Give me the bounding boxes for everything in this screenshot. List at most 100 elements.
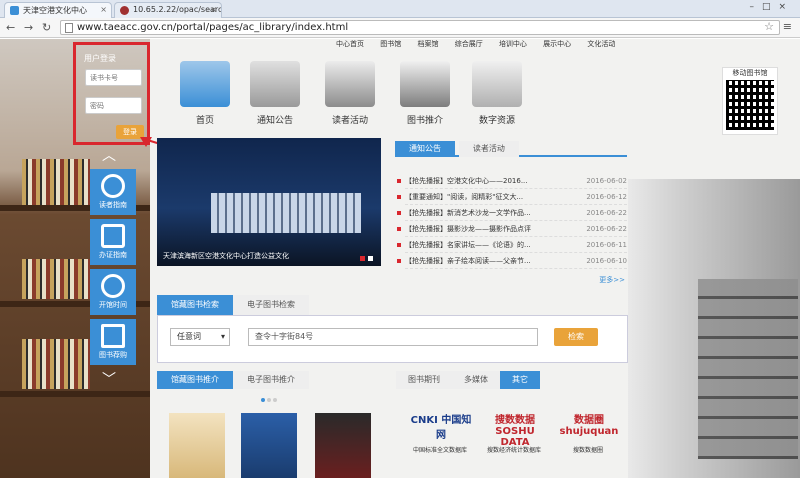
book-cover[interactable] [169, 413, 225, 478]
search-box: 任意词 ▾ 查令十字街84号 检索 [157, 315, 628, 363]
notice-date: 2016-06-10 [586, 257, 627, 265]
notice-date: 2016-06-22 [586, 209, 627, 217]
back-icon[interactable]: ← [6, 21, 15, 34]
quick-announcement[interactable]: 通知公告 [240, 61, 310, 126]
top-nav: 中心首页 图书馆 档案馆 综合展厅 培训中心 展示中心 文化活动 [336, 39, 629, 53]
top-nav-item[interactable]: 展示中心 [543, 39, 571, 49]
list-item[interactable]: 【抢先播报】摄影沙龙——摄影作品点评 2016-06-22 [397, 221, 627, 237]
cnki-logo[interactable]: CNKI 中国知网 [406, 411, 476, 441]
side-button-hours[interactable]: 开馆时间 [90, 269, 136, 315]
search-button[interactable]: 检索 [554, 328, 598, 346]
side-button-label: 办证指南 [99, 251, 127, 259]
tab-ebook-search[interactable]: 电子图书检索 [233, 295, 309, 315]
library-background [628, 179, 800, 478]
tab-other[interactable]: 其它 [500, 371, 540, 389]
announcement-icon [250, 61, 300, 107]
notice-date: 2016-06-02 [586, 177, 627, 185]
top-nav-item[interactable]: 培训中心 [499, 39, 527, 49]
resource-name: 中国标准全文数据库 [412, 447, 467, 454]
side-button-card[interactable]: 办证指南 [90, 219, 136, 265]
tab-activities[interactable]: 读者活动 [458, 141, 519, 157]
recommend-tabs: 馆藏图书推介 电子图书推介 [157, 371, 379, 389]
quick-label: 数字资源 [478, 116, 515, 126]
search-field-value: 任意词 [177, 332, 201, 341]
qr-code-panel: 移动图书馆 [722, 67, 778, 135]
search-panel: 馆藏图书检索 电子图书检索 任意词 ▾ 查令十字街84号 检索 [157, 295, 628, 363]
tab-notice[interactable]: 通知公告 [395, 141, 455, 157]
soshu-logo[interactable]: 搜数数据 SOSHU DATA [480, 411, 550, 448]
tab-collection-search[interactable]: 馆藏图书检索 [157, 295, 233, 315]
carousel-dots[interactable] [261, 395, 279, 405]
reload-icon[interactable]: ↻ [42, 21, 51, 34]
search-field-select[interactable]: 任意词 ▾ [170, 328, 230, 346]
top-nav-item[interactable]: 文化活动 [587, 39, 615, 49]
quick-book-recommend[interactable]: 图书推介 [390, 61, 460, 126]
quick-digital[interactable]: 数字资源 [462, 61, 532, 126]
tab-books-journals[interactable]: 图书期刊 [396, 371, 452, 389]
list-item[interactable]: 【抢先播报】空港文化中心——2016... 2016-06-02 [397, 173, 627, 189]
carousel-dots[interactable] [357, 254, 373, 264]
side-button-purchase[interactable]: 图书荐购 [90, 319, 136, 365]
side-button-guide[interactable]: 读者指南 [90, 169, 136, 215]
books-decoration [22, 259, 90, 299]
book-purchase-icon [101, 324, 125, 348]
more-link[interactable]: 更多>> [599, 275, 625, 285]
resource-name: 搜数经济统计数据库 [486, 447, 541, 454]
url-field[interactable]: www.taeacc.gov.cn/portal/pages/ac_librar… [60, 20, 780, 35]
notice-text: 【抢先播报】亲子绘本阅读——父亲节... [405, 257, 531, 265]
home-icon [180, 61, 230, 107]
scroll-up-icon[interactable]: ︿ [102, 145, 116, 165]
book-cover[interactable] [241, 413, 297, 478]
tab-multimedia[interactable]: 多媒体 [452, 371, 500, 389]
readers-icon [325, 61, 375, 107]
notice-text: 【抢先播报】摄影沙龙——摄影作品点评 [405, 225, 531, 233]
search-tabs: 馆藏图书检索 电子图书检索 [157, 295, 628, 315]
top-nav-item[interactable]: 中心首页 [336, 39, 364, 49]
notice-text: 【抢先播报】新消艺术沙龙一文学作品... [405, 209, 531, 217]
books-decoration [22, 339, 90, 389]
top-nav-item[interactable]: 图书馆 [380, 39, 401, 49]
resource-name: 搜数数据圈 [572, 447, 603, 454]
list-item[interactable]: 【抢先播报】亲子绘本阅读——父亲节... 2016-06-10 [397, 253, 627, 269]
shujuquan-logo[interactable]: 数据圈 shujuquan [554, 411, 624, 441]
password-input[interactable] [85, 97, 142, 114]
book-recommend-icon [400, 61, 450, 107]
notice-list: 【抢先播报】空港文化中心——2016... 2016-06-02 【重要通知】"阅… [395, 173, 627, 269]
tab-favicon-icon [10, 6, 19, 15]
login-panel: 用户登录 登录 [73, 42, 150, 145]
quick-label: 图书推介 [406, 116, 443, 126]
menu-icon[interactable]: ≡ [783, 20, 792, 33]
qr-title: 移动图书馆 [732, 69, 768, 77]
scroll-down-icon[interactable]: ﹀ [102, 369, 116, 389]
list-item[interactable]: 【重要通知】"阅读，阅精彩"征文大... 2016-06-12 [397, 189, 627, 205]
page-content: 用户登录 登录 ︿ 读者指南 办证指南 开馆时间 图书荐购 ﹀ 中心首页 图书馆… [0, 39, 800, 478]
side-button-label: 开馆时间 [99, 301, 127, 309]
chevron-down-icon: ▾ [220, 332, 225, 341]
browser-tab-1[interactable]: 天津空港文化中心 × [4, 2, 112, 18]
clock-icon [101, 274, 125, 298]
forward-icon[interactable]: → [24, 21, 33, 34]
book-cover[interactable] [315, 413, 371, 478]
top-nav-item[interactable]: 综合展厅 [455, 39, 483, 49]
list-item[interactable]: 【抢先播报】新消艺术沙龙一文学作品... 2016-06-22 [397, 205, 627, 221]
tab-ebook-recommend[interactable]: 电子图书推介 [233, 371, 309, 389]
top-nav-item[interactable]: 档案馆 [417, 39, 438, 49]
digital-resource-icon [472, 61, 522, 107]
search-input[interactable]: 查令十字街84号 [248, 328, 538, 346]
address-bar: ← → ↻ www.taeacc.gov.cn/portal/pages/ac_… [0, 18, 800, 38]
window-controls[interactable]: –□× [749, 2, 794, 12]
browser-tab-2[interactable]: 10.65.2.22/opac/search × [114, 2, 222, 18]
card-number-input[interactable] [85, 69, 142, 86]
quick-home[interactable]: 首页 [170, 61, 240, 126]
notice-text: 【抢先播报】空港文化中心——2016... [405, 177, 528, 185]
list-item[interactable]: 【抢先播报】名家讲坛——《论语》的... 2016-06-11 [397, 237, 627, 253]
url-text: www.taeacc.gov.cn/portal/pages/ac_librar… [77, 22, 349, 33]
banner-carousel[interactable]: 天津滨海新区空港文化中心打造公益文化 [157, 138, 381, 266]
bookmark-star-icon[interactable]: ☆ [764, 20, 774, 33]
quick-readers[interactable]: 读者活动 [315, 61, 385, 126]
notice-text: 【抢先播报】名家讲坛——《论语》的... [405, 241, 531, 249]
tab-collection-recommend[interactable]: 馆藏图书推介 [157, 371, 233, 389]
quick-label: 通知公告 [256, 116, 293, 126]
close-icon[interactable]: × [100, 5, 107, 14]
close-icon[interactable]: × [210, 5, 217, 14]
